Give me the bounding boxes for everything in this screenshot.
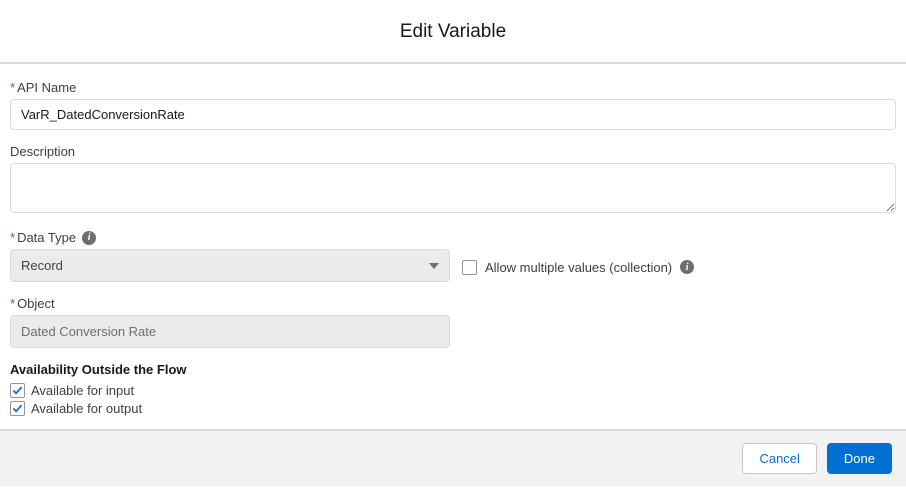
object-field: *Object Dated Conversion Rate (10, 296, 896, 348)
object-label: *Object (10, 296, 896, 311)
data-type-select[interactable]: Record (10, 249, 450, 282)
allow-multiple-row: Allow multiple values (collection) i (462, 260, 694, 275)
available-for-output-row: Available for output (10, 401, 896, 416)
required-asterisk: * (10, 80, 15, 95)
data-type-label-wrap: *Data Type i (10, 230, 450, 245)
object-label-text: Object (17, 296, 55, 311)
cancel-button[interactable]: Cancel (742, 443, 816, 474)
data-type-group: *Data Type i Record (10, 230, 450, 282)
available-for-output-label: Available for output (31, 401, 142, 416)
available-for-input-checkbox[interactable] (10, 383, 25, 398)
allow-multiple-checkbox[interactable] (462, 260, 477, 275)
availability-heading: Availability Outside the Flow (10, 362, 896, 377)
available-for-output-checkbox[interactable] (10, 401, 25, 416)
data-type-label: *Data Type (10, 230, 76, 245)
info-icon[interactable]: i (82, 231, 96, 245)
available-for-input-row: Available for input (10, 383, 896, 398)
required-asterisk: * (10, 296, 15, 311)
allow-multiple-label: Allow multiple values (collection) (485, 260, 672, 275)
api-name-input[interactable] (10, 99, 896, 130)
dialog-title: Edit Variable (0, 0, 906, 62)
dialog-footer: Cancel Done (0, 429, 906, 486)
data-type-value: Record (21, 258, 63, 273)
api-name-field: *API Name (10, 80, 896, 130)
description-input[interactable] (10, 163, 896, 213)
object-value: Dated Conversion Rate (21, 324, 156, 339)
available-for-input-label: Available for input (31, 383, 134, 398)
done-button[interactable]: Done (827, 443, 892, 474)
description-field: Description (10, 144, 896, 216)
description-label: Description (10, 144, 896, 159)
chevron-down-icon (429, 263, 439, 269)
api-name-label: *API Name (10, 80, 896, 95)
info-icon[interactable]: i (680, 260, 694, 274)
data-type-row: *Data Type i Record Allow multiple value… (10, 230, 896, 282)
data-type-label-text: Data Type (17, 230, 76, 245)
api-name-label-text: API Name (17, 80, 76, 95)
required-asterisk: * (10, 230, 15, 245)
object-group: Dated Conversion Rate (10, 315, 450, 348)
dialog-content: *API Name Description *Data Type i Recor… (0, 64, 906, 429)
object-input[interactable]: Dated Conversion Rate (10, 315, 450, 348)
